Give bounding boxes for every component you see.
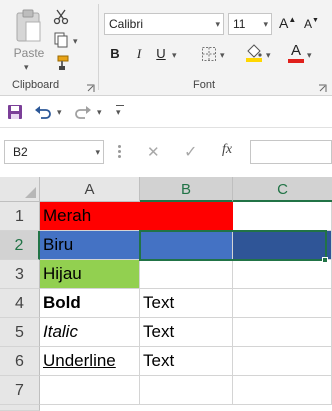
shrink-font-button[interactable]: A▼ xyxy=(304,17,319,31)
cancel-icon[interactable]: ✕ xyxy=(147,143,160,161)
row-header-1[interactable]: 1 xyxy=(0,202,40,231)
grow-font-label: A xyxy=(279,15,289,31)
name-box-value: B2 xyxy=(13,145,28,159)
cell-c6[interactable] xyxy=(233,347,332,376)
cut-icon[interactable] xyxy=(52,8,70,26)
fill-color-dropdown-caret[interactable]: ▾ xyxy=(266,50,271,61)
copy-dropdown-caret[interactable]: ▾ xyxy=(73,36,78,47)
bold-button[interactable]: B xyxy=(106,44,124,64)
selection-range xyxy=(139,230,327,261)
cell-c3[interactable] xyxy=(233,260,332,289)
redo-icon[interactable] xyxy=(74,103,92,121)
row-header-4[interactable]: 4 xyxy=(0,289,40,318)
row-header-3[interactable]: 3 xyxy=(0,260,40,289)
underline-button[interactable]: U xyxy=(152,44,170,64)
cell-b3[interactable] xyxy=(140,260,233,289)
row-header-6[interactable]: 6 xyxy=(0,347,40,376)
formula-input[interactable] xyxy=(250,140,332,164)
cell-a3[interactable]: Hijau xyxy=(40,260,140,289)
formula-bar: B2 ▾ ✕ ✓ fx xyxy=(0,127,332,177)
undo-dropdown-caret[interactable]: ▾ xyxy=(57,107,62,118)
cell-c5[interactable] xyxy=(233,318,332,347)
row-header-7[interactable]: 7 xyxy=(0,376,40,405)
cell-c4[interactable] xyxy=(233,289,332,318)
font-color-swatch xyxy=(288,59,304,63)
chevron-down-icon: ▾ xyxy=(263,19,268,29)
borders-dropdown-caret[interactable]: ▾ xyxy=(220,50,225,61)
up-arrow-icon: ▲ xyxy=(288,15,297,24)
clipboard-group-label: Clipboard xyxy=(12,79,60,91)
font-launcher-icon[interactable] xyxy=(318,80,328,92)
font-color-dropdown-caret[interactable]: ▾ xyxy=(307,50,312,61)
clipboard-icon xyxy=(16,9,41,42)
cell-b6[interactable]: Text xyxy=(140,347,233,376)
italic-button[interactable]: I xyxy=(130,44,148,64)
fill-color-icon[interactable] xyxy=(245,43,263,62)
chevron-down-icon: ▾ xyxy=(215,19,220,29)
formula-controls: ✕ ✓ fx xyxy=(137,140,248,164)
select-all-button[interactable] xyxy=(0,177,40,202)
cell-a7[interactable] xyxy=(40,376,140,405)
cell-c7[interactable] xyxy=(233,376,332,405)
font-name-select[interactable]: Calibri ▾ xyxy=(104,13,224,35)
cell-a6[interactable]: Underline xyxy=(40,347,140,376)
cell-a5[interactable]: Italic xyxy=(40,318,140,347)
select-all-triangle-icon xyxy=(25,187,36,198)
cell-b7[interactable] xyxy=(140,376,233,405)
shrink-font-label: A xyxy=(304,17,313,31)
ribbon: Paste ▾ ▾ Clipboard Calibri ▾ 11 ▾ A▲ A▼… xyxy=(0,0,332,96)
font-size-select[interactable]: 11 ▾ xyxy=(228,13,272,35)
save-icon[interactable] xyxy=(6,103,24,121)
undo-icon[interactable] xyxy=(34,103,52,121)
cell-b4[interactable]: Text xyxy=(140,289,233,318)
column-header-a[interactable]: A xyxy=(40,177,140,202)
row-header-2[interactable]: 2 xyxy=(0,231,40,260)
copy-icon[interactable] xyxy=(52,31,70,49)
borders-icon[interactable] xyxy=(200,45,218,63)
formula-bar-grip-icon xyxy=(118,145,121,159)
grow-font-button[interactable]: A▲ xyxy=(279,15,296,31)
font-color-label: A xyxy=(290,42,301,59)
paste-label: Paste xyxy=(13,46,45,60)
cell-a4[interactable]: Bold xyxy=(40,289,140,318)
cell-c1[interactable] xyxy=(233,202,332,231)
customize-toolbar-icon[interactable]: ▾ xyxy=(116,105,124,118)
column-header-b[interactable]: B xyxy=(140,177,233,202)
row-header-8[interactable] xyxy=(0,405,40,411)
format-painter-icon[interactable] xyxy=(52,54,70,72)
down-arrow-icon: ▼ xyxy=(312,17,319,24)
cell-a1[interactable]: Merah xyxy=(40,202,233,231)
cell-b5[interactable]: Text xyxy=(140,318,233,347)
fill-handle[interactable] xyxy=(322,257,328,263)
enter-check-icon[interactable]: ✓ xyxy=(184,142,197,162)
font-size-value: 11 xyxy=(233,17,246,31)
cell-a2[interactable]: Biru xyxy=(40,231,140,260)
group-separator xyxy=(98,4,99,90)
row-header-5[interactable]: 5 xyxy=(0,318,40,347)
chevron-down-icon: ▾ xyxy=(95,147,100,157)
spreadsheet-grid: A B C 1 2 3 4 5 6 7 Merah Biru Hijau Bol… xyxy=(0,177,332,411)
name-box[interactable]: B2 ▾ xyxy=(4,140,104,164)
paste-button[interactable]: Paste xyxy=(8,6,50,66)
column-header-c[interactable]: C xyxy=(233,177,332,202)
clipboard-launcher-icon[interactable] xyxy=(86,80,96,92)
paste-dropdown-caret[interactable]: ▾ xyxy=(24,62,29,73)
insert-function-icon[interactable]: fx xyxy=(222,142,232,158)
quick-access-toolbar: ▾ ▾ ▾ xyxy=(0,97,332,127)
font-group-label: Font xyxy=(193,79,216,91)
font-color-button[interactable]: A xyxy=(287,42,305,64)
redo-dropdown-caret[interactable]: ▾ xyxy=(97,107,102,118)
underline-dropdown-caret[interactable]: ▾ xyxy=(172,50,177,61)
font-name-value: Calibri xyxy=(109,17,144,31)
